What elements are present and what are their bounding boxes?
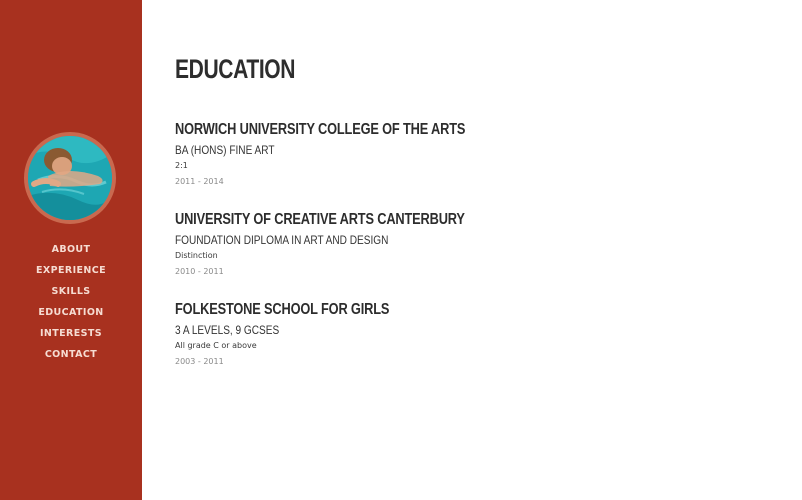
education-entry: NORWICH UNIVERSITY COLLEGE OF THE ARTS B… [175, 120, 735, 186]
degree: 3 A LEVELS, 9 GCSES [175, 323, 280, 337]
years: 2003 - 2011 [175, 357, 224, 366]
degree: BA (HONS) FINE ART [175, 143, 275, 157]
page-title: EDUCATION [175, 54, 296, 84]
years: 2010 - 2011 [175, 267, 224, 276]
nav-about[interactable]: ABOUT [0, 242, 142, 263]
degree: FOUNDATION DIPLOMA IN ART AND DESIGN [175, 233, 389, 247]
nav-interests[interactable]: INTERESTS [0, 326, 142, 347]
nav-skills[interactable]: SKILLS [0, 284, 142, 305]
nav-experience[interactable]: EXPERIENCE [0, 263, 142, 284]
grade: Distinction [175, 251, 218, 260]
nav-contact[interactable]: CONTACT [0, 347, 142, 368]
avatar [24, 132, 116, 224]
education-entry: FOLKESTONE SCHOOL FOR GIRLS 3 A LEVELS, … [175, 300, 735, 366]
education-entry: UNIVERSITY OF CREATIVE ARTS CANTERBURY F… [175, 210, 735, 276]
school-name: UNIVERSITY OF CREATIVE ARTS CANTERBURY [175, 211, 465, 228]
years: 2011 - 2014 [175, 177, 224, 186]
school-name: FOLKESTONE SCHOOL FOR GIRLS [175, 301, 390, 318]
grade: 2:1 [175, 161, 188, 170]
nav-education[interactable]: EDUCATION [0, 305, 142, 326]
grade: All grade C or above [175, 341, 257, 350]
sidebar: ABOUT EXPERIENCE SKILLS EDUCATION INTERE… [0, 0, 142, 500]
school-name: NORWICH UNIVERSITY COLLEGE OF THE ARTS [175, 121, 466, 138]
avatar-photo [28, 136, 112, 220]
